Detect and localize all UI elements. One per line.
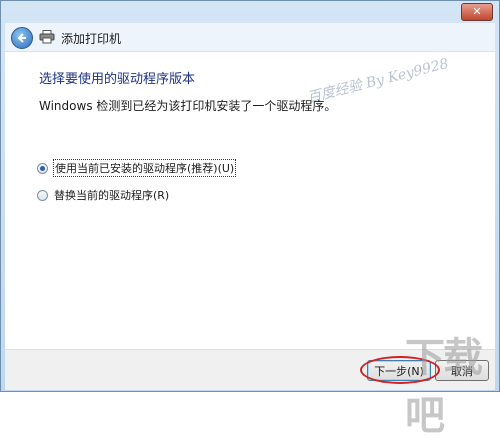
printer-icon [39,30,55,44]
wizard-content: 百度经验 By Key9928 选择要使用的驱动程序版本 Windows 检测到… [5,52,495,349]
page-heading: 选择要使用的驱动程序版本 [39,72,196,87]
page-description: Windows 检测到已经为该打印机安装了一个驱动程序。 [39,99,337,113]
option-label: 替换当前的驱动程序(R) [54,189,170,202]
radio-use-current[interactable] [37,162,48,174]
wizard-nav-bar: 添加打印机 [5,23,495,52]
site-logo: 下载吧 [405,335,483,439]
title-bar: ✕ [1,1,499,23]
close-button[interactable]: ✕ [461,3,493,21]
window-title: 添加打印机 [61,32,122,46]
add-printer-dialog: ✕ 添加打印机 百度经验 By Key9928 选择要使用的驱动程序版本 Win… [0,0,500,439]
option-replace-driver[interactable]: 替换当前的驱动程序(R) [37,186,169,204]
back-arrow-icon [17,33,26,43]
close-icon: ✕ [472,5,482,18]
radio-replace[interactable] [37,189,48,201]
back-button[interactable] [11,27,33,49]
option-label: 使用当前已安装的驱动程序(推荐)(U) [52,159,237,177]
option-use-current-driver[interactable]: 使用当前已安装的驱动程序(推荐)(U) [37,159,237,177]
